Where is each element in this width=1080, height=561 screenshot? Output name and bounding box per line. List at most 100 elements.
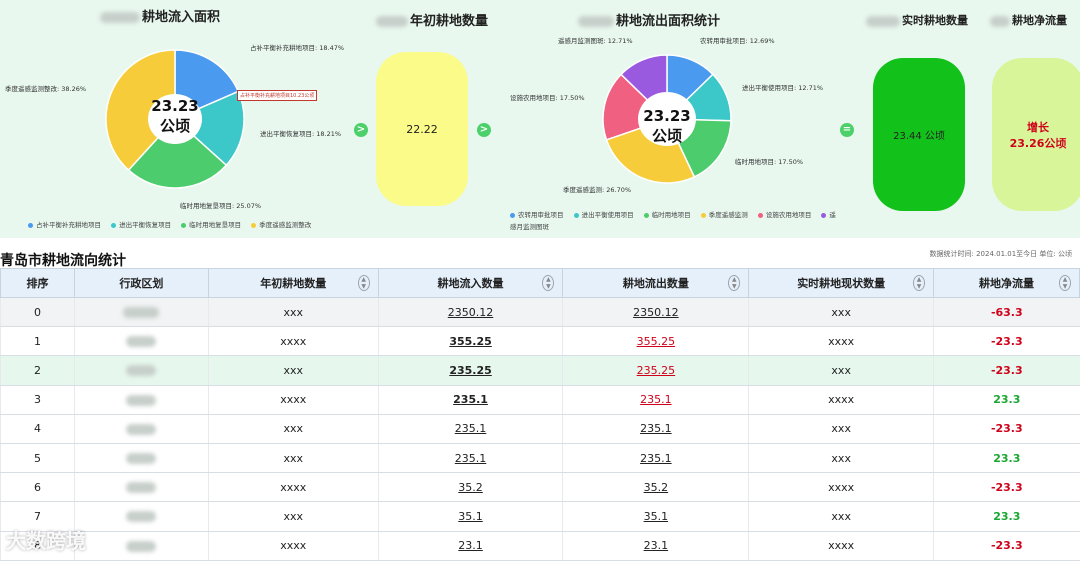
cell-current: xxx bbox=[748, 443, 934, 474]
table-row[interactable]: 1 xxxx 355.25 355.25 xxxx -23.3 bbox=[0, 326, 1080, 357]
realtime-value: 23.44 公顷 bbox=[893, 131, 945, 142]
col-header-net[interactable]: 耕地净流量 ▲ ▼ bbox=[933, 268, 1080, 298]
cell-inflow-link[interactable]: 35.2 bbox=[377, 472, 563, 503]
net-card: 增长 23.26公顷 bbox=[992, 58, 1080, 211]
sort-icon[interactable]: ▲ ▼ bbox=[913, 275, 926, 291]
table-row[interactable]: 7 xxx 35.1 35.1 xxx 23.3 bbox=[0, 501, 1080, 532]
outflow-label-6: 遥感月监测图斑: 12.71% bbox=[558, 37, 633, 45]
legend-item[interactable]: 设施农用地项目 bbox=[757, 211, 811, 219]
cell-rank: 0 bbox=[0, 297, 75, 328]
cell-region bbox=[73, 385, 209, 415]
table-row[interactable]: 4 xxx 235.1 235.1 xxx -23.3 bbox=[0, 414, 1080, 444]
initial-card: 22.22 bbox=[376, 52, 468, 206]
cell-region bbox=[73, 414, 209, 444]
cell-inflow-link[interactable]: 235.25 bbox=[377, 355, 563, 386]
table-row[interactable]: 5 xxx 235.1 235.1 xxx 23.3 bbox=[0, 443, 1080, 474]
table-row[interactable]: 0 xxx 2350.12 2350.12 xxx -63.3 bbox=[0, 297, 1080, 328]
flow-stats-table: 排序 行政区划 年初耕地数量 ▲ ▼ 耕地流入数量 ▲ ▼ 耕地流出数量 ▲ ▼ 实时耕地现… bbox=[0, 268, 1080, 561]
col-header-region: 行政区划 bbox=[73, 268, 209, 298]
cell-net: -23.3 bbox=[933, 414, 1080, 444]
outflow-label-3: 临时用地项目: 17.50% bbox=[735, 158, 804, 166]
outflow-center-value: 23.23 bbox=[643, 107, 690, 125]
outflow-label-2: 进出平衡使用项目: 12.71% bbox=[742, 84, 824, 92]
cell-initial: xxxx bbox=[207, 531, 379, 561]
cell-region bbox=[73, 355, 209, 386]
legend-item[interactable]: 进出平衡恢复项目 bbox=[111, 221, 171, 229]
cell-inflow-link[interactable]: 355.25 bbox=[377, 326, 563, 357]
net-line1: 增长 bbox=[1027, 120, 1049, 134]
cell-outflow-link[interactable]: 235.25 bbox=[562, 355, 749, 386]
net-line2: 23.26公顷 bbox=[1009, 136, 1067, 150]
legend-item[interactable]: 进出平衡使用项目 bbox=[573, 211, 634, 219]
sort-icon[interactable]: ▲ ▼ bbox=[1059, 275, 1071, 291]
outflow-label-5: 设施农用地项目: 17.50% bbox=[510, 94, 585, 102]
cell-net: 23.3 bbox=[933, 501, 1080, 532]
cell-rank: 1 bbox=[0, 326, 75, 357]
legend-item[interactable]: 季度遥感监测 bbox=[700, 211, 748, 219]
table-row[interactable]: 3 xxxx 235.1 235.1 xxxx 23.3 bbox=[0, 385, 1080, 415]
outflow-pie-chart[interactable]: 23.23 公顷 bbox=[597, 49, 737, 189]
table-title: 青岛市耕地流向统计 bbox=[0, 253, 126, 269]
col-header-outflow[interactable]: 耕地流出数量 ▲ ▼ bbox=[562, 268, 750, 298]
dashboard-summary-panel: 耕地流入面积 23.23 公顷 占补平衡补充耕地项目: 18.47% 进出平衡恢… bbox=[0, 0, 1080, 238]
cell-net: -63.3 bbox=[933, 297, 1080, 328]
cell-net: 23.3 bbox=[933, 443, 1080, 474]
cell-current: xxx bbox=[748, 501, 934, 532]
cell-inflow-link[interactable]: 235.1 bbox=[377, 443, 563, 474]
cell-outflow-link[interactable]: 23.1 bbox=[562, 531, 749, 561]
cell-current: xxxx bbox=[748, 472, 934, 503]
cell-region bbox=[73, 531, 209, 561]
table-row[interactable]: 2 xxx 235.25 235.25 xxx -23.3 bbox=[0, 355, 1080, 386]
cell-net: -23.3 bbox=[933, 326, 1080, 357]
legend-item[interactable]: 占补平衡补充耕地项目 bbox=[28, 221, 101, 229]
cell-region bbox=[73, 472, 209, 503]
cell-net: -23.3 bbox=[933, 531, 1080, 561]
cell-initial: xxx bbox=[207, 501, 379, 532]
cell-net: 23.3 bbox=[933, 385, 1080, 415]
cell-current: xxx bbox=[748, 355, 934, 386]
initial-value: 22.22 bbox=[406, 122, 438, 136]
cell-current: xxxx bbox=[748, 385, 934, 415]
cell-outflow-link[interactable]: 35.2 bbox=[562, 472, 749, 503]
cell-region bbox=[73, 443, 209, 474]
cell-outflow-link[interactable]: 355.25 bbox=[562, 326, 749, 357]
table-row[interactable]: 6 xxxx 35.2 35.2 xxxx -23.3 bbox=[0, 472, 1080, 503]
cell-rank: 5 bbox=[0, 443, 75, 474]
table-row[interactable]: 8 xxxx 23.1 23.1 xxxx -23.3 bbox=[0, 531, 1080, 561]
legend-item[interactable]: 临时用地项目 bbox=[643, 211, 691, 219]
col-header-initial[interactable]: 年初耕地数量 ▲ ▼ bbox=[207, 268, 379, 298]
cell-outflow-link[interactable]: 2350.12 bbox=[562, 297, 749, 328]
outflow-title: 耕地流出面积统计 bbox=[578, 10, 720, 29]
cell-current: xxx bbox=[748, 414, 934, 444]
inflow-pie-chart[interactable]: 23.23 公顷 bbox=[100, 44, 250, 194]
outflow-center-unit: 公顷 bbox=[652, 127, 682, 145]
cell-outflow-link[interactable]: 235.1 bbox=[562, 385, 749, 415]
cell-region bbox=[73, 326, 209, 357]
inflow-center-unit: 公顷 bbox=[160, 117, 190, 135]
cell-inflow-link[interactable]: 23.1 bbox=[377, 531, 563, 561]
col-header-current[interactable]: 实时耕地现状数量 ▲ ▼ bbox=[748, 268, 935, 298]
cell-current: xxxx bbox=[748, 326, 934, 357]
realtime-title: 实时耕地数量 bbox=[866, 12, 968, 28]
sort-icon[interactable]: ▲ ▼ bbox=[542, 275, 555, 291]
sort-icon[interactable]: ▲ ▼ bbox=[728, 275, 741, 291]
cell-outflow-link[interactable]: 235.1 bbox=[562, 414, 749, 444]
legend-item[interactable]: 临时用地复垦项目 bbox=[181, 221, 241, 229]
col-header-inflow[interactable]: 耕地流入数量 ▲ ▼ bbox=[377, 268, 564, 298]
cell-net: -23.3 bbox=[933, 355, 1080, 386]
inflow-label-2: 进出平衡恢复项目: 18.21% bbox=[260, 130, 342, 138]
cell-outflow-link[interactable]: 235.1 bbox=[562, 443, 749, 474]
sort-icon[interactable]: ▲ ▼ bbox=[357, 275, 370, 291]
cell-initial: xxxx bbox=[207, 326, 379, 357]
cell-inflow-link[interactable]: 235.1 bbox=[377, 385, 563, 415]
cell-inflow-link[interactable]: 35.1 bbox=[377, 501, 563, 532]
cell-outflow-link[interactable]: 35.1 bbox=[562, 501, 749, 532]
cell-inflow-link[interactable]: 235.1 bbox=[377, 414, 563, 444]
table-meta: 数据统计时间: 2024.01.01至今日 单位: 公顷 bbox=[929, 250, 1072, 258]
legend-item[interactable]: 农转用审批项目 bbox=[510, 211, 564, 219]
inflow-title: 耕地流入面积 bbox=[100, 6, 220, 25]
legend-item[interactable]: 季度遥感监测整改 bbox=[251, 221, 311, 229]
inflow-label-3: 临时用地复垦项目: 25.07% bbox=[180, 202, 262, 210]
cell-inflow-link[interactable]: 2350.12 bbox=[377, 297, 563, 328]
cell-rank: 6 bbox=[0, 472, 75, 503]
